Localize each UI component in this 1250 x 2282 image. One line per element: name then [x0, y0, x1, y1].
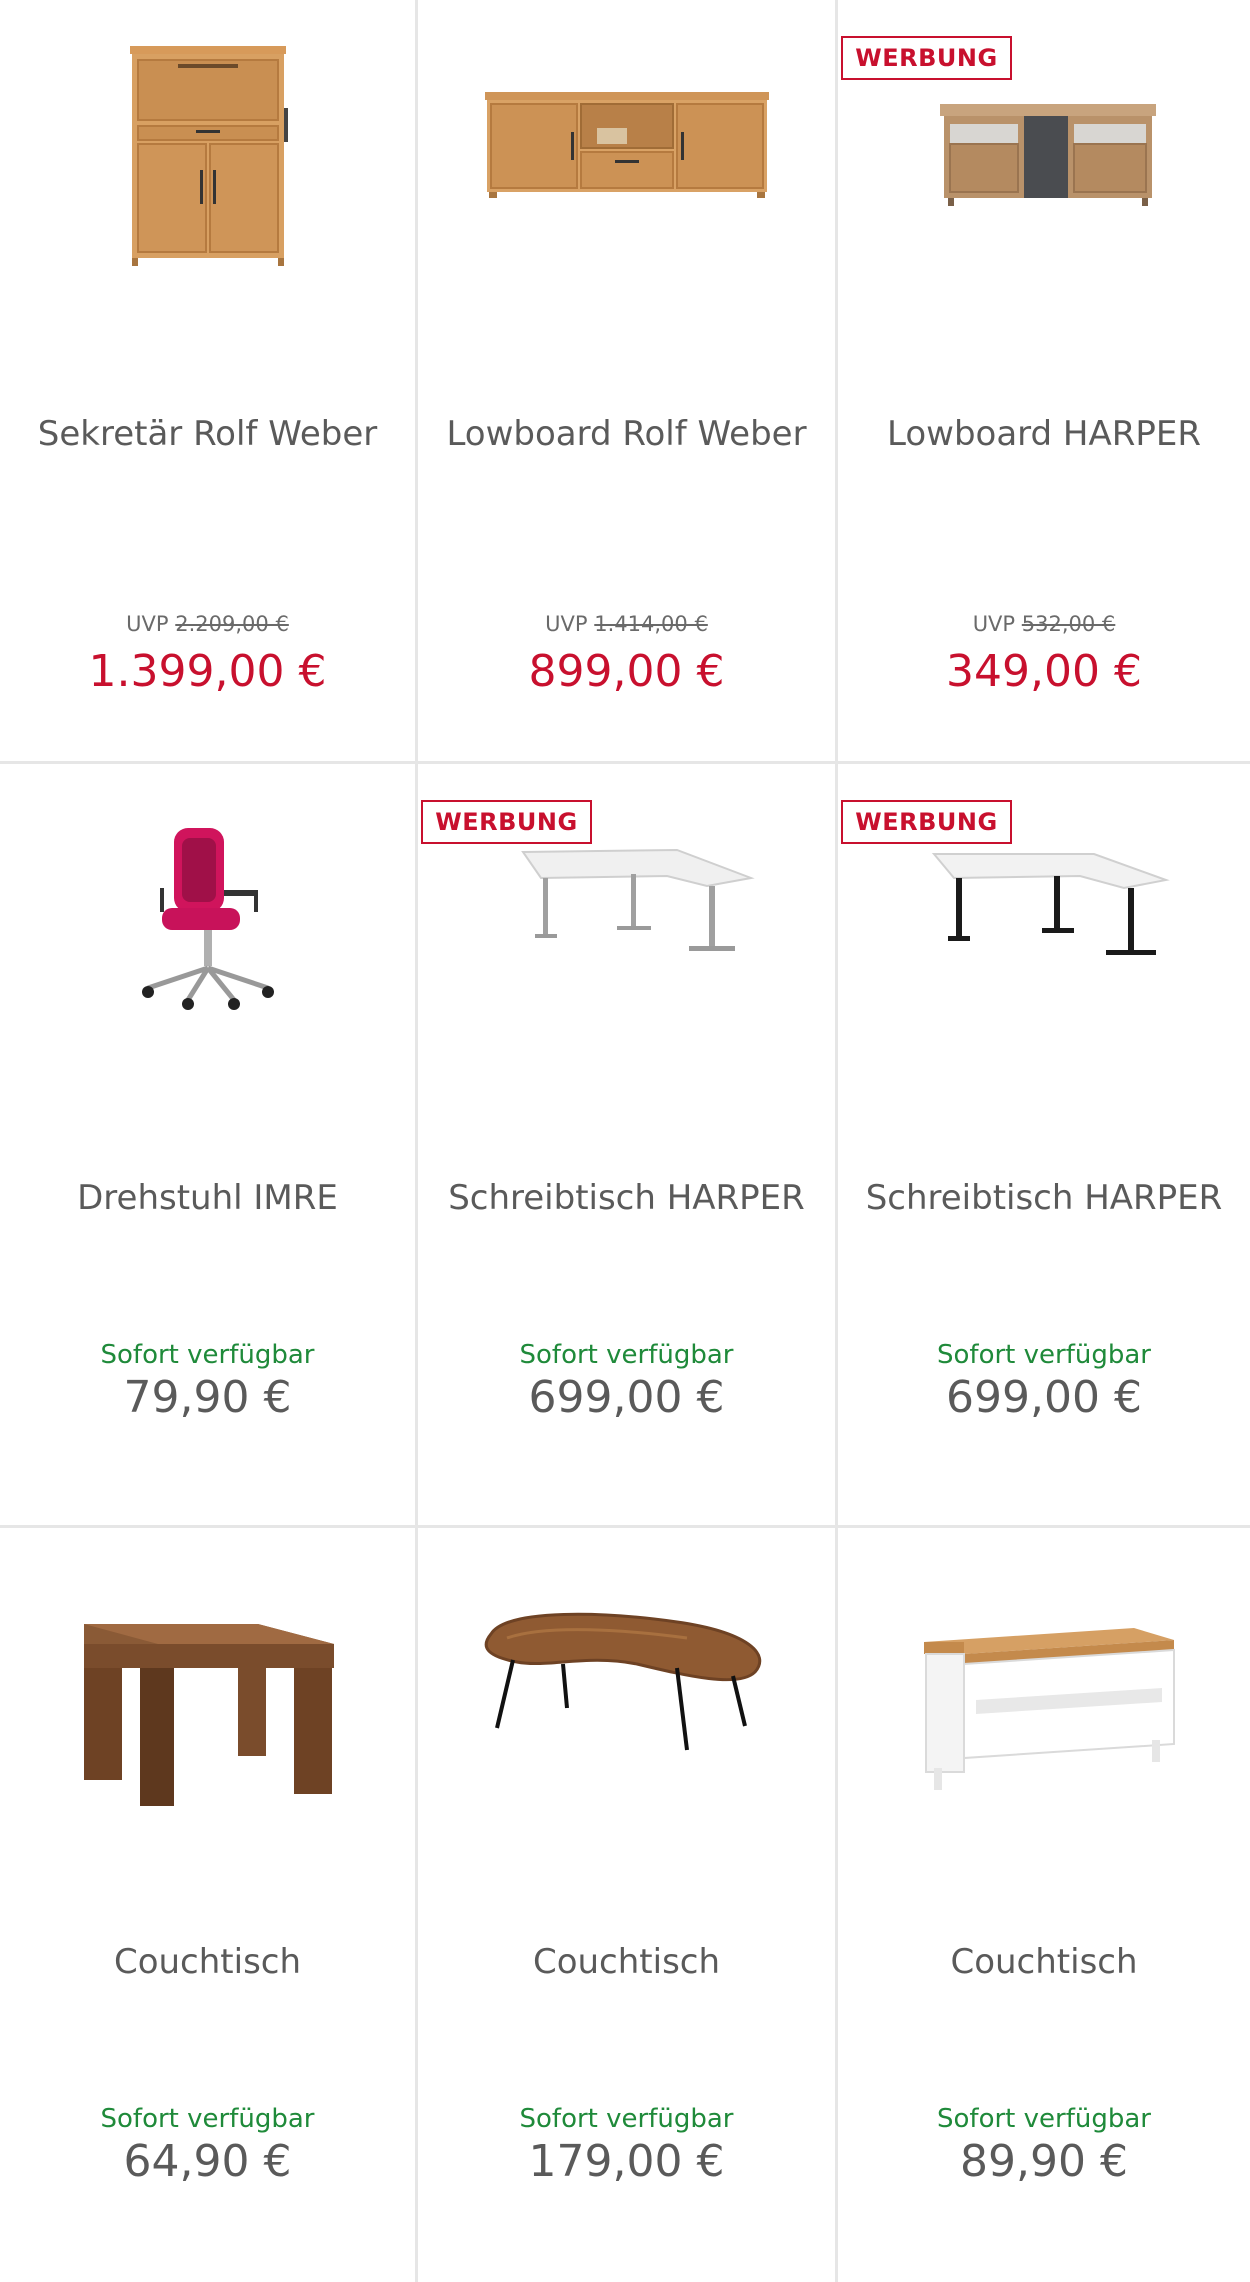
product-price: 1.399,00 € [88, 646, 327, 697]
uvp-old-price: 1.414,00 € [594, 612, 708, 636]
uvp-old-price: 532,00 € [1021, 612, 1116, 636]
product-card[interactable]: Couchtisch Sofort verfügbar 89,90 € [838, 1528, 1250, 2282]
availability-status: Sofort verfügbar [100, 2104, 315, 2134]
product-image[interactable] [0, 40, 415, 340]
product-price: 349,00 € [946, 646, 1142, 697]
product-image[interactable] [0, 1568, 415, 1868]
product-title[interactable]: Couchtisch [858, 1940, 1230, 1984]
uvp-label: UVP [972, 612, 1016, 636]
product-price: 699,00 € [946, 1372, 1142, 1423]
availability-status: Sofort verfügbar [100, 1340, 315, 1370]
product-card[interactable]: WERBUNG Schreibtisch HARPER Sofort verfü… [838, 764, 1250, 1528]
uvp-price: UVP 1.414,00 € [418, 612, 835, 636]
swivel-chair-icon [141, 828, 274, 1010]
lowboard-harper-icon [940, 104, 1156, 206]
product-title[interactable]: Schreibtisch HARPER [858, 1176, 1230, 1220]
product-card[interactable]: WERBUNG Lowboard HARPER UVP 532,00 € 349… [838, 0, 1250, 764]
product-title[interactable]: Couchtisch [438, 1940, 815, 1984]
product-title[interactable]: Couchtisch [20, 1940, 395, 1984]
corner-desk-black-icon [931, 853, 1170, 955]
product-price: 64,90 € [123, 2136, 292, 2187]
corner-desk-silver-icon [520, 848, 755, 951]
product-title[interactable]: Lowboard Rolf Weber [438, 412, 815, 456]
product-price: 79,90 € [123, 1372, 292, 1423]
product-title[interactable]: Lowboard HARPER [858, 412, 1230, 456]
product-card[interactable]: WERBUNG Schreibtisch HARPER Sofort verfü… [418, 764, 838, 1528]
coffee-table-white-icon [924, 1628, 1175, 1790]
product-image[interactable] [418, 1568, 835, 1868]
lowboard-oak-icon [484, 92, 769, 198]
product-grid: Sekretär Rolf Weber UVP 2.209,00 € 1.399… [0, 0, 1250, 2282]
secretary-cabinet-icon [129, 46, 288, 266]
uvp-old-price: 2.209,00 € [175, 612, 289, 636]
product-card[interactable]: Couchtisch Sofort verfügbar 64,90 € [0, 1528, 418, 2282]
product-price: 699,00 € [528, 1372, 725, 1423]
uvp-price: UVP 2.209,00 € [0, 612, 415, 636]
product-image[interactable] [418, 40, 835, 340]
product-card[interactable]: Drehstuhl IMRE Sofort verfügbar 79,90 € [0, 764, 418, 1528]
product-card[interactable]: Lowboard Rolf Weber UVP 1.414,00 € 899,0… [418, 0, 838, 764]
availability-status: Sofort verfügbar [937, 1340, 1151, 1370]
availability-status: Sofort verfügbar [519, 1340, 734, 1370]
product-image[interactable] [838, 804, 1250, 1104]
uvp-label: UVP [545, 612, 588, 636]
product-card[interactable]: Couchtisch Sofort verfügbar 179,00 € [418, 1528, 838, 2282]
product-card[interactable]: Sekretär Rolf Weber UVP 2.209,00 € 1.399… [0, 0, 418, 764]
kidney-coffee-table-icon [484, 1612, 761, 1751]
side-table-wood-icon [83, 1624, 334, 1806]
uvp-label: UVP [126, 612, 169, 636]
uvp-price: UVP 532,00 € [838, 612, 1250, 636]
product-image[interactable] [838, 1568, 1250, 1868]
product-title[interactable]: Schreibtisch HARPER [438, 1176, 815, 1220]
product-image[interactable] [0, 804, 415, 1104]
product-image[interactable] [838, 40, 1250, 340]
product-title[interactable]: Sekretär Rolf Weber [20, 412, 395, 456]
product-title[interactable]: Drehstuhl IMRE [20, 1176, 395, 1220]
product-price: 899,00 € [528, 646, 725, 697]
availability-status: Sofort verfügbar [937, 2104, 1151, 2134]
product-price: 89,90 € [960, 2136, 1128, 2187]
availability-status: Sofort verfügbar [519, 2104, 734, 2134]
product-price: 179,00 € [528, 2136, 725, 2187]
product-image[interactable] [418, 804, 835, 1104]
